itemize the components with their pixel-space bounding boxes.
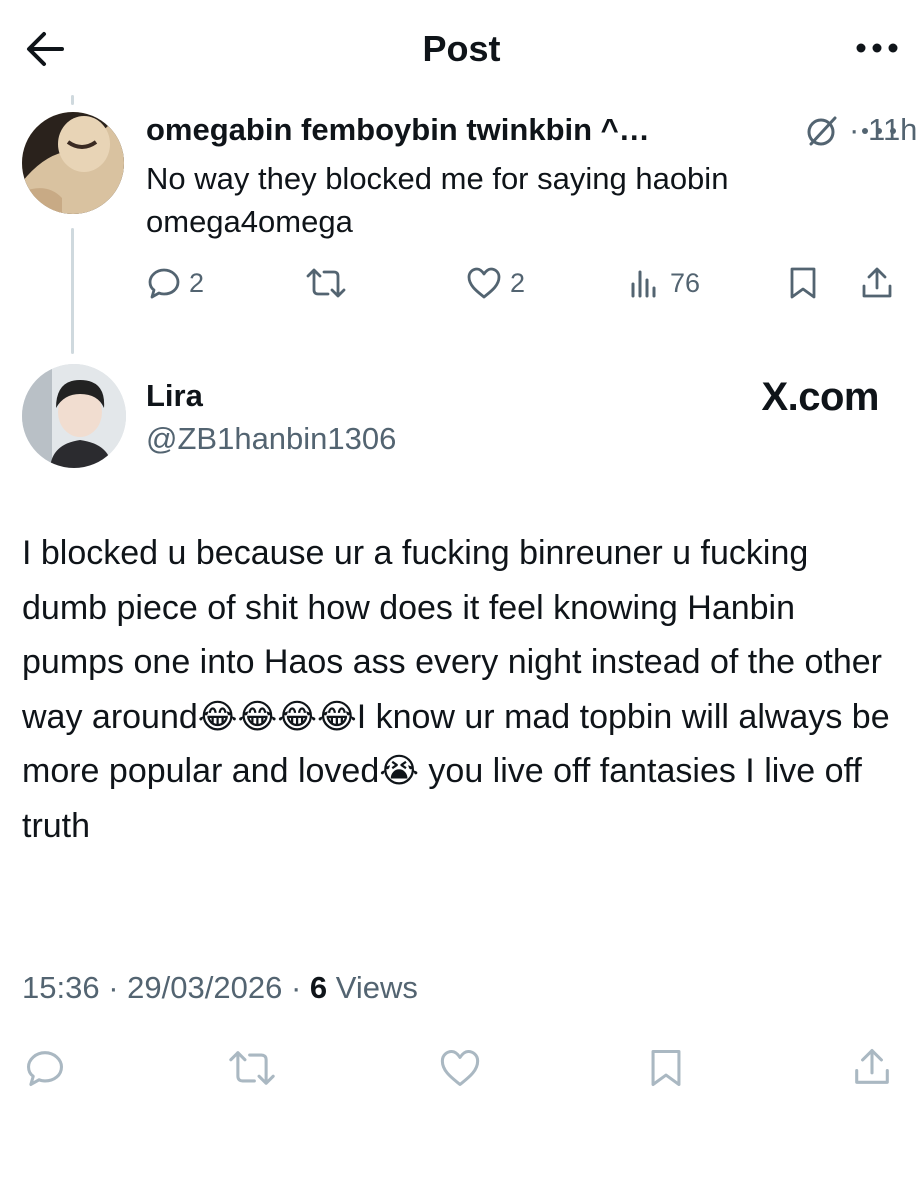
bookmark-icon — [790, 267, 816, 299]
parent-display-name[interactable]: omegabin femboybin twinkbin ^… — [146, 108, 650, 152]
separator-dot: · — [108, 970, 119, 1005]
main-avatar[interactable] — [22, 364, 126, 468]
main-like-button[interactable] — [438, 1048, 482, 1088]
post-meta: 15:36 · 29/03/2026 · 6 Views — [22, 966, 418, 1010]
main-handle[interactable]: @ZB1hanbin1306 — [146, 419, 396, 459]
repost-icon — [229, 1051, 275, 1085]
page-title: Post — [422, 28, 501, 69]
main-reply-button[interactable] — [24, 1048, 66, 1088]
more-horizontal-icon — [862, 128, 896, 134]
thread-connector-line — [71, 228, 74, 354]
repost-button[interactable] — [306, 266, 354, 300]
thread-line — [71, 95, 74, 105]
post-time: 15:36 — [22, 970, 100, 1005]
main-share-button[interactable] — [852, 1046, 892, 1088]
parent-avatar[interactable] — [22, 112, 124, 214]
x-com-watermark: X.com — [761, 375, 879, 419]
main-repost-button[interactable] — [228, 1048, 276, 1088]
views-label: Views — [335, 970, 418, 1005]
views-count: 6 — [309, 970, 328, 1005]
separator-dot: · — [290, 970, 302, 1005]
reply-icon — [148, 268, 180, 299]
main-display-name[interactable]: Lira — [146, 376, 203, 416]
more-options-button[interactable] — [853, 28, 901, 68]
heart-icon — [440, 1050, 480, 1086]
like-count: 2 — [510, 267, 526, 298]
main-post-text: I blocked u because ur a fucking binreun… — [22, 534, 890, 845]
bookmark-button[interactable] — [788, 266, 818, 300]
analytics-icon — [631, 270, 656, 298]
reply-button[interactable]: 2 — [147, 266, 204, 300]
share-button[interactable] — [860, 266, 894, 300]
bookmark-icon — [651, 1050, 681, 1086]
post-date: 29/03/2026 — [127, 970, 283, 1005]
share-icon — [862, 267, 892, 298]
grok-icon[interactable] — [805, 114, 839, 148]
parent-more-button[interactable] — [858, 120, 900, 142]
more-horizontal-icon — [856, 43, 898, 53]
parent-post-header: omegabin femboybin twinkbin ^… · 11h — [146, 108, 917, 152]
heart-icon — [467, 267, 501, 299]
parent-post-text: No way they blocked me for saying haobin… — [146, 161, 729, 239]
main-bookmark-button[interactable] — [648, 1048, 684, 1088]
views-count: 76 — [670, 267, 701, 298]
views-button[interactable]: 76 — [628, 266, 700, 300]
repost-icon — [306, 268, 346, 298]
share-icon — [855, 1049, 889, 1084]
reply-icon — [27, 1051, 63, 1086]
reply-count: 2 — [189, 267, 205, 298]
like-button[interactable]: 2 — [466, 266, 525, 300]
